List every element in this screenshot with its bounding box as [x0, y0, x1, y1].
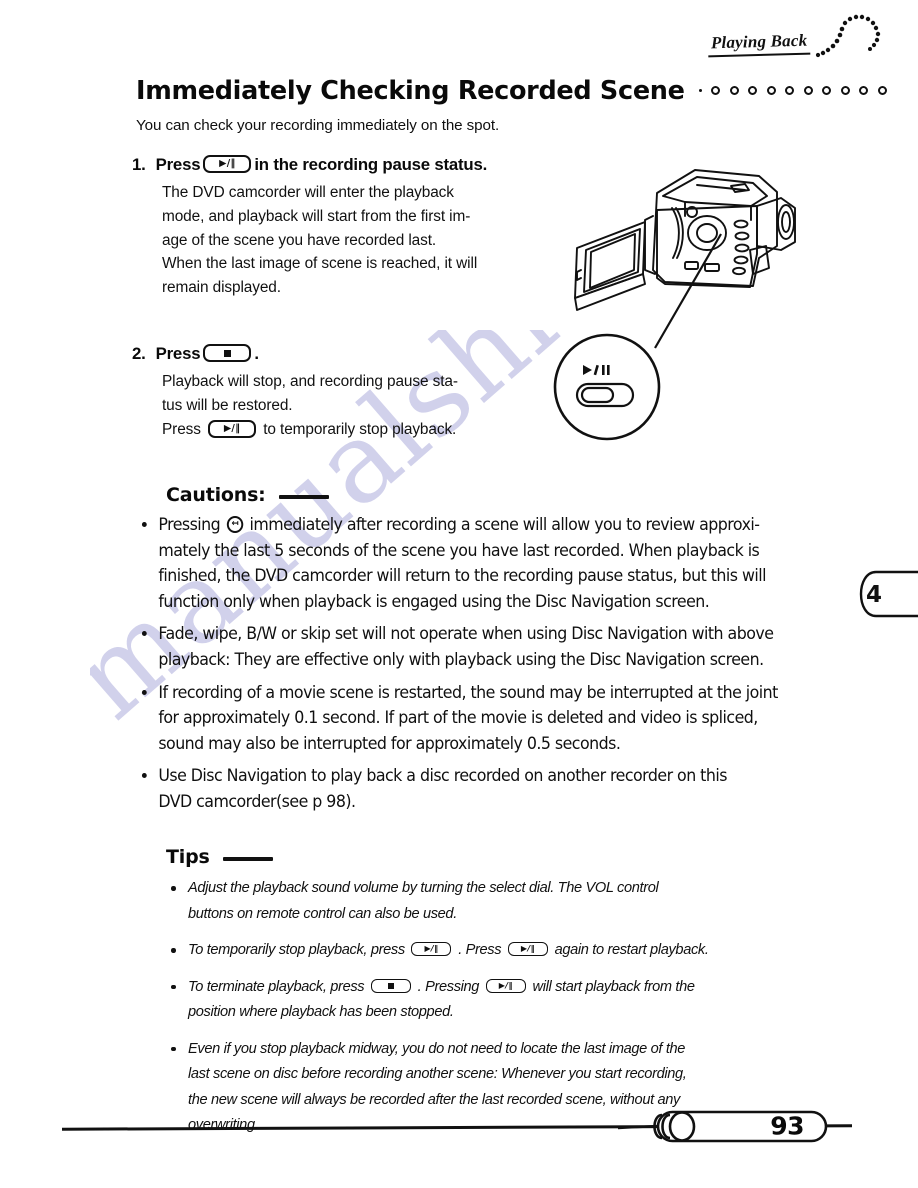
caution-line: mately the last 5 seconds of the scene y… — [158, 540, 760, 560]
page-number-badge: 93 — [617, 1106, 830, 1146]
play-pause-key-icon: ▶/‖ — [485, 978, 526, 993]
review-rewind-icon: ↤ — [226, 516, 244, 533]
scanned-manual-page: manualshive.com Playing Back Immediately… — [0, 0, 918, 1188]
caution-line: DVD camcorder(see p 98). — [158, 791, 356, 811]
stop-key-icon — [370, 978, 411, 993]
caution-line: Pressing ↤ immediately after recording a… — [158, 515, 760, 534]
step-2: 2. Press . Playback will stop, and recor… — [132, 344, 458, 441]
step-2-line: tus will be restored. — [162, 396, 293, 414]
dot-ring — [711, 85, 721, 95]
caution-line: finished, the DVD camcorder will return … — [158, 566, 766, 586]
dotted-arc-icon — [815, 14, 881, 58]
tip-line: To temporarily stop playback, press ▶/‖ … — [188, 942, 709, 958]
dot-ring — [748, 85, 758, 95]
callout-detail — [553, 333, 661, 441]
step-2-line: Playback will stop, and recording pause … — [162, 373, 458, 390]
step-2-head-before: Press — [155, 344, 201, 363]
step-2-heading: 2. Press . — [132, 344, 458, 364]
tip-line: last scene on disc before recording anot… — [188, 1066, 687, 1082]
tip-item: Adjust the playback sound volume by turn… — [166, 876, 806, 927]
tip-line: To terminate playback, press . Pressing … — [188, 978, 695, 995]
step-1-line: age of the scene you have recorded last. — [162, 231, 437, 249]
chapter-tab-number: 4 — [866, 582, 882, 608]
tip-line: Adjust the playback sound volume by turn… — [188, 880, 659, 896]
step-2-last-line: Press ▶/‖ to temporarily stop playback. — [162, 418, 458, 442]
step-1-body: The DVD camcorder will enter the playbac… — [162, 181, 487, 300]
title-dot-decoration — [698, 85, 887, 97]
step-2-head-after: . — [254, 344, 259, 363]
running-section-tag: Playing Back — [707, 30, 811, 58]
caution-line: Fade, wipe, B/W or skip set will not ope… — [158, 624, 774, 644]
cautions-heading: Cautions: — [166, 484, 329, 506]
dot-ring — [785, 85, 795, 95]
caution-line: playback: They are effective only with p… — [158, 649, 764, 669]
play-pause-key-icon: ▶/‖ — [208, 419, 257, 438]
play-pause-key-icon: ▶/‖ — [507, 942, 548, 957]
step-1: 1. Press ▶/‖ in the recording pause stat… — [132, 155, 487, 300]
dot-ring — [729, 85, 739, 95]
caution-line: function only when playback is engaged u… — [158, 591, 710, 611]
dot-ring — [840, 85, 850, 95]
caution-line: for approximately 0.1 second. If part of… — [158, 708, 758, 728]
dot-ring — [803, 85, 813, 95]
tip-line: Even if you stop playback midway, you do… — [188, 1040, 686, 1057]
caution-item: If recording of a movie scene is restart… — [140, 680, 778, 757]
step-2-number: 2. — [132, 344, 146, 363]
dot-ring — [877, 85, 887, 95]
page-title: Immediately Checking Recorded Scene — [136, 76, 685, 106]
page-number: 93 — [770, 1111, 804, 1141]
running-section-label: Playing Back — [707, 30, 811, 58]
caution-line: If recording of a movie scene is restart… — [158, 682, 778, 702]
step-2-body: Playback will stop, and recording pause … — [162, 370, 458, 441]
dot-ring — [822, 85, 832, 95]
tip-line: position where playback has been stopped… — [188, 1004, 454, 1020]
dot-ring — [859, 85, 869, 95]
stop-square — [223, 349, 231, 357]
play-pause-key-icon: ▶/‖ — [203, 155, 252, 173]
dot-ring — [766, 85, 776, 95]
tip-line: buttons on remote control can also be us… — [188, 905, 457, 922]
page-title-row: Immediately Checking Recorded Scene — [136, 76, 887, 106]
stop-key-icon — [203, 344, 252, 362]
cautions-list: Pressing ↤ immediately after recording a… — [140, 512, 800, 822]
play-pause-key-icon: ▶/‖ — [411, 942, 452, 957]
tips-label: Tips — [166, 846, 210, 868]
tips-heading: Tips — [166, 846, 273, 868]
tip-item: To temporarily stop playback, press ▶/‖ … — [166, 938, 806, 964]
dvd-camcorder-illustration — [553, 169, 796, 441]
caution-item: Fade, wipe, B/W or skip set will not ope… — [140, 621, 777, 672]
caution-item: Pressing ↤ immediately after recording a… — [140, 512, 777, 614]
step-1-line: mode, and playback will start from the f… — [162, 207, 471, 225]
step-1-number: 1. — [132, 155, 146, 174]
step-2-last-before: Press — [162, 420, 201, 438]
cautions-rule — [278, 495, 329, 499]
step-2-last-after: to temporarily stop playback. — [263, 420, 457, 438]
tip-item: To terminate playback, press . Pressing … — [166, 975, 806, 1026]
step-1-head-before: Press — [155, 155, 201, 174]
step-1-heading: 1. Press ▶/‖ in the recording pause stat… — [132, 155, 487, 175]
caution-line: Use Disc Navigation to play back a disc … — [158, 766, 727, 786]
chapter-tab-4: 4 — [859, 570, 918, 618]
intro-text: You can check your recording immediately… — [136, 117, 500, 134]
cautions-label: Cautions: — [166, 484, 266, 506]
caution-line: sound may also be interrupted for approx… — [158, 733, 621, 753]
stop-square — [387, 982, 394, 989]
step-1-line: When the last image of scene is reached,… — [162, 255, 478, 273]
tips-rule — [222, 857, 273, 861]
caution-item: Use Disc Navigation to play back a disc … — [140, 763, 777, 814]
step-1-line: remain displayed. — [162, 279, 281, 297]
step-1-line: The DVD camcorder will enter the playbac… — [162, 184, 454, 201]
step-1-head-after: in the recording pause status. — [254, 155, 488, 174]
dot-tick — [698, 88, 702, 92]
